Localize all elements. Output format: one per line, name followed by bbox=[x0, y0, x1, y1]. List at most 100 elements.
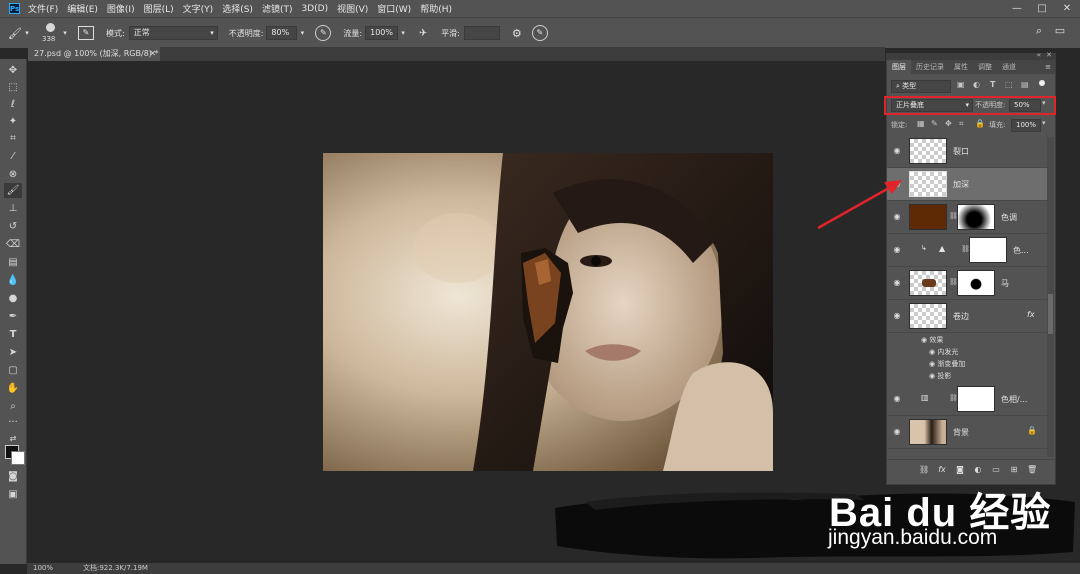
menu-layer[interactable]: 图层(L) bbox=[144, 2, 174, 15]
close-tab-icon[interactable]: ✕ bbox=[149, 47, 156, 61]
add-style-icon[interactable]: fx bbox=[937, 465, 947, 475]
new-layer-icon[interactable]: ⊞ bbox=[1009, 465, 1019, 475]
filter-pixel-icon[interactable]: ▣ bbox=[957, 80, 965, 89]
document-image[interactable] bbox=[323, 153, 773, 471]
path-selection-tool-icon[interactable]: ➤ bbox=[4, 345, 22, 360]
menu-window[interactable]: 窗口(W) bbox=[377, 2, 411, 15]
pressure-opacity-icon[interactable]: ✎ bbox=[315, 25, 332, 41]
collapse-icon[interactable]: « bbox=[1037, 51, 1041, 59]
lock-position-icon[interactable]: ✥ bbox=[945, 119, 952, 128]
background-color-swatch[interactable] bbox=[11, 451, 25, 465]
layer-row[interactable]: ◉ 背景 🔒 bbox=[887, 416, 1047, 449]
brush-tool-icon[interactable]: 🖌 bbox=[8, 27, 22, 40]
brush-settings-panel-icon[interactable]: ✎ bbox=[78, 26, 94, 40]
tab-channels[interactable]: 通道 bbox=[997, 60, 1021, 74]
opacity-input[interactable]: 80% bbox=[266, 26, 298, 40]
fill-input[interactable]: 100% bbox=[1011, 119, 1041, 132]
visibility-eye-icon[interactable]: ◉ bbox=[892, 278, 902, 288]
healing-brush-tool-icon[interactable]: ⊗ bbox=[4, 167, 22, 182]
lock-all-icon[interactable]: 🔒 bbox=[975, 119, 985, 128]
panel-menu-icon[interactable]: ≡ bbox=[1045, 60, 1051, 74]
tab-history[interactable]: 历史记录 bbox=[911, 60, 949, 74]
visibility-eye-icon[interactable]: ◉ bbox=[892, 146, 902, 156]
crop-tool-icon[interactable]: ⌗ bbox=[4, 131, 22, 146]
fx-icon[interactable]: fx bbox=[1027, 310, 1035, 319]
new-adjustment-icon[interactable]: ◐ bbox=[973, 465, 983, 475]
menu-help[interactable]: 帮助(H) bbox=[420, 2, 452, 15]
filter-toggle-icon[interactable] bbox=[1039, 80, 1045, 86]
tab-adjustments[interactable]: 调整 bbox=[973, 60, 997, 74]
menu-filter[interactable]: 滤镜(T) bbox=[262, 2, 293, 15]
chevron-down-icon[interactable]: ▾ bbox=[60, 29, 70, 37]
hand-tool-icon[interactable]: ✋ bbox=[4, 381, 22, 396]
quick-mask-icon[interactable]: ◙ bbox=[4, 469, 22, 484]
layer-row[interactable]: ◉ ⛓ 色调 bbox=[887, 201, 1047, 234]
filter-shape-icon[interactable]: ⬚ bbox=[1005, 80, 1013, 89]
close-button[interactable]: ✕ bbox=[1057, 0, 1077, 17]
chevron-down-icon[interactable]: ▾ bbox=[22, 29, 32, 37]
chevron-down-icon[interactable]: ▾ bbox=[1042, 119, 1046, 127]
lock-image-icon[interactable]: ✎ bbox=[931, 119, 938, 128]
clone-stamp-tool-icon[interactable]: ⊥ bbox=[4, 201, 22, 216]
lock-transparent-icon[interactable]: ▦ bbox=[917, 119, 925, 128]
zoom-tool-icon[interactable]: ⌕ bbox=[4, 399, 22, 414]
gradient-tool-icon[interactable]: ▤ bbox=[4, 255, 22, 270]
gear-icon[interactable]: ⚙ bbox=[510, 27, 524, 40]
marquee-tool-icon[interactable]: ⬚ bbox=[4, 80, 22, 95]
effect-item[interactable]: ◉ 内发光 bbox=[929, 347, 958, 357]
flow-input[interactable]: 100% bbox=[365, 26, 399, 40]
chevron-down-icon[interactable]: ▾ bbox=[398, 29, 408, 37]
layer-row[interactable]: ◉ ↳ ▲ ⛓ 色... bbox=[887, 234, 1047, 267]
pressure-size-icon[interactable]: ✎ bbox=[531, 25, 548, 41]
menu-type[interactable]: 文字(Y) bbox=[183, 2, 214, 15]
visibility-eye-icon[interactable]: ◉ bbox=[892, 245, 902, 255]
swap-colors-icon[interactable]: ⇄ bbox=[4, 431, 22, 446]
brush-tool-icon[interactable]: 🖌 bbox=[4, 183, 22, 198]
lasso-tool-icon[interactable]: ℓ bbox=[4, 97, 22, 112]
magic-wand-tool-icon[interactable]: ✦ bbox=[4, 114, 22, 129]
pen-tool-icon[interactable]: ✒ bbox=[4, 309, 22, 324]
link-layers-icon[interactable]: ⛓ bbox=[919, 465, 929, 475]
layer-row[interactable]: ◉ ⛓ 马 bbox=[887, 267, 1047, 300]
delete-layer-icon[interactable]: 🗑 bbox=[1027, 465, 1037, 475]
menu-edit[interactable]: 编辑(E) bbox=[67, 2, 98, 15]
search-icon[interactable]: ⌕ bbox=[1032, 24, 1046, 38]
history-brush-tool-icon[interactable]: ↺ bbox=[4, 219, 22, 234]
maximize-button[interactable]: □ bbox=[1032, 0, 1052, 17]
menu-view[interactable]: 视图(V) bbox=[337, 2, 368, 15]
smoothing-input[interactable] bbox=[463, 26, 500, 40]
visibility-eye-icon[interactable]: ◉ bbox=[892, 427, 902, 437]
effect-item[interactable]: ◉ 渐变叠加 bbox=[929, 359, 965, 369]
layer-row[interactable]: ◉ 卷边 fx bbox=[887, 300, 1047, 333]
blur-tool-icon[interactable]: 💧 bbox=[4, 273, 22, 288]
effect-item[interactable]: ◉ 投影 bbox=[929, 371, 951, 381]
shape-tool-icon[interactable]: ▢ bbox=[4, 363, 22, 378]
zoom-level[interactable]: 100% bbox=[33, 563, 53, 574]
menu-select[interactable]: 选择(S) bbox=[222, 2, 253, 15]
minimize-button[interactable]: — bbox=[1007, 0, 1027, 17]
mode-select[interactable]: 正常 ▾ bbox=[128, 26, 218, 40]
tab-properties[interactable]: 属性 bbox=[949, 60, 973, 74]
new-group-icon[interactable]: ▭ bbox=[991, 465, 1001, 475]
screen-mode-icon[interactable]: ▣ bbox=[4, 487, 22, 502]
chevron-down-icon[interactable]: ▾ bbox=[297, 29, 307, 37]
type-tool-icon[interactable]: T bbox=[4, 327, 22, 342]
menu-3d[interactable]: 3D(D) bbox=[301, 4, 328, 14]
layer-row[interactable]: ◉ 裂口 bbox=[887, 135, 1047, 168]
filter-kind-select[interactable]: ⌕ 类型 bbox=[891, 80, 951, 93]
dodge-tool-icon[interactable]: ● bbox=[4, 291, 22, 306]
layer-row-selected[interactable]: ◉ 加深 bbox=[887, 168, 1047, 201]
brush-preset-picker[interactable]: 338 bbox=[42, 20, 60, 46]
filter-adjustment-icon[interactable]: ◐ bbox=[973, 80, 980, 89]
close-panel-icon[interactable]: ✕ bbox=[1046, 51, 1052, 59]
more-tools-icon[interactable]: ··· bbox=[4, 415, 22, 430]
visibility-eye-icon[interactable]: ◉ bbox=[892, 394, 902, 404]
eyedropper-tool-icon[interactable]: ⁄ bbox=[4, 149, 22, 164]
menu-file[interactable]: 文件(F) bbox=[28, 2, 58, 15]
lock-artboard-icon[interactable]: ⌗ bbox=[959, 119, 964, 129]
menu-image[interactable]: 图像(I) bbox=[107, 2, 135, 15]
layer-row[interactable]: ◉ ▥ ⛓ 色相/... bbox=[887, 383, 1047, 416]
add-mask-icon[interactable]: ◙ bbox=[955, 465, 965, 475]
visibility-eye-icon[interactable]: ◉ bbox=[892, 311, 902, 321]
effects-title[interactable]: ◉ 效果 bbox=[921, 335, 943, 345]
